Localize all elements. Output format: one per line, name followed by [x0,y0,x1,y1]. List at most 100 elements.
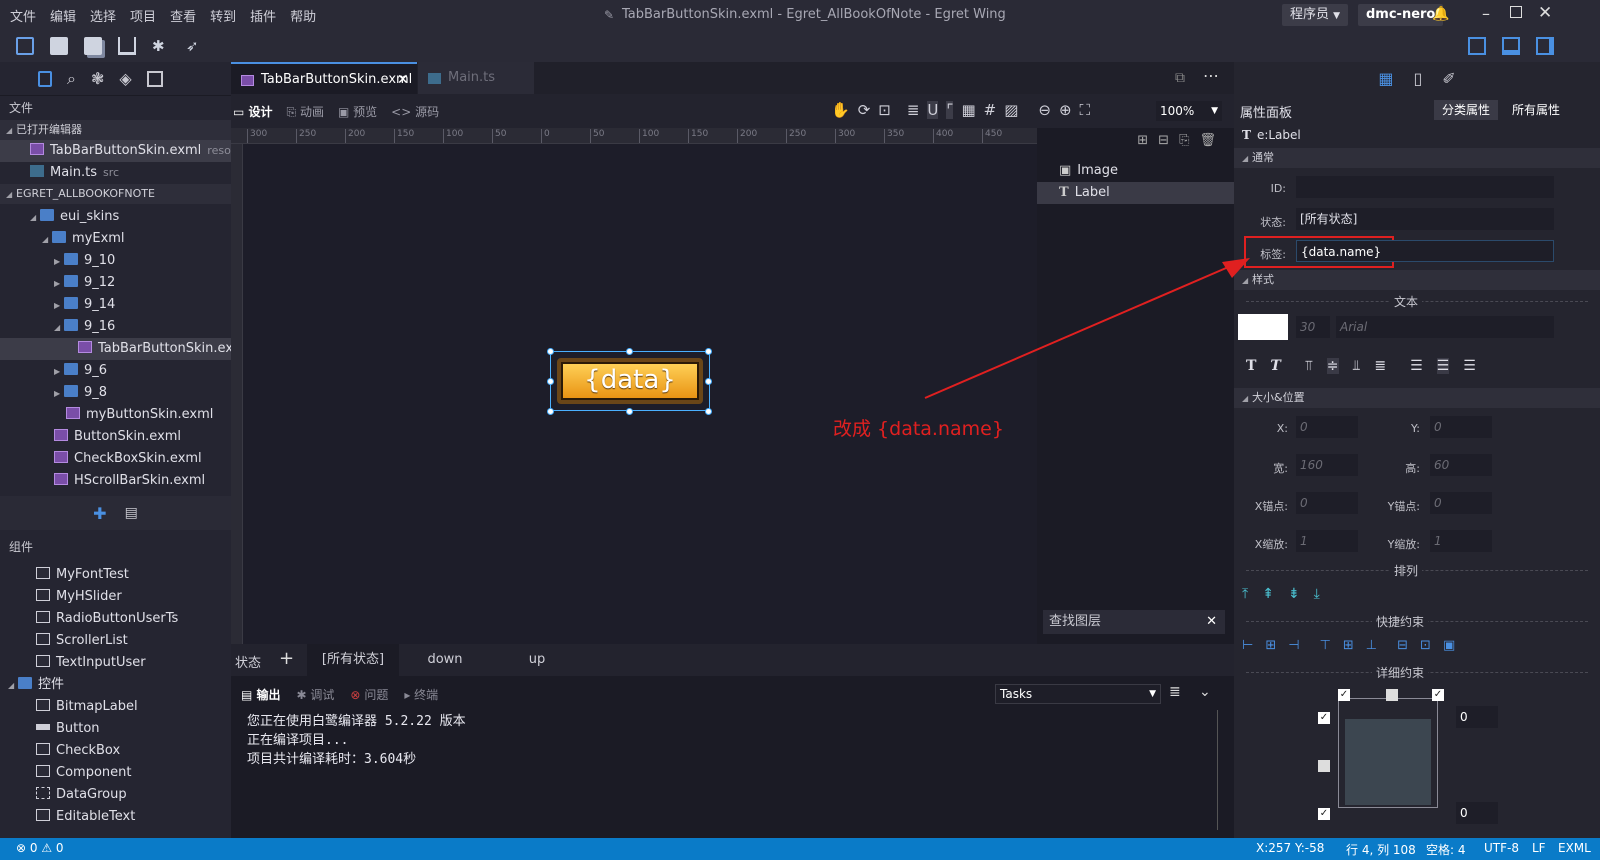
problems-indicator[interactable]: ⊗ 0 ⚠ 0 [16,841,64,855]
tab-main-ts[interactable]: Main.ts [418,62,534,94]
resize-handle[interactable] [547,408,554,415]
layer-label-item[interactable]: T Label [1037,182,1234,204]
constraint-right-icon[interactable]: ⊣ [1288,638,1299,653]
tree-folder[interactable]: ◢ eui_skins [0,206,231,228]
publish-icon[interactable] [118,37,136,55]
rocket-icon[interactable]: ➶ [186,37,204,55]
fit-icon[interactable]: ⊡ [878,101,891,119]
state-tab-down[interactable]: down [399,644,491,676]
valign-bottom-icon[interactable]: ⫫ [1353,358,1361,374]
tab-all-properties[interactable]: 所有属性 [1504,100,1568,120]
checkbox-right-top[interactable]: ✓ [1432,689,1444,701]
files-icon[interactable] [38,70,52,87]
add-state-icon[interactable]: + [279,648,294,669]
tab-tabbarbuttonskin[interactable]: TabBarButtonSkin.exml ✕ [231,62,417,94]
resize-handle[interactable] [705,378,712,385]
control-item[interactable]: Button [0,718,231,740]
align-center-icon[interactable]: ☰ [1436,358,1450,374]
constraint-fill-icon[interactable]: ▣ [1443,638,1455,653]
menu-project[interactable]: 项目 [130,6,156,25]
checkbox-vcenter[interactable] [1318,760,1330,772]
send-backward-icon[interactable]: ⇟ [1288,586,1300,602]
tag-input[interactable]: {data.name} [1296,240,1554,262]
toggle-left-panel-icon[interactable] [1468,37,1486,55]
open-file-item[interactable]: TabBarButtonSkin.exml resour... [0,140,231,162]
height-input[interactable]: 60 [1430,454,1492,476]
zoom-in-icon[interactable]: ⊕ [1059,101,1072,119]
align-right-icon[interactable]: ☰ [1463,358,1476,374]
guides-icon[interactable]: ⌜ [946,101,954,119]
section-size-position[interactable]: ◢ 大小&位置 [1234,388,1600,408]
section-style[interactable]: ◢ 样式 [1234,270,1600,290]
constraint-hcenter-icon[interactable]: ⊞ [1265,638,1276,653]
bug-icon[interactable]: ✱ [152,37,170,55]
more-icon[interactable]: ⋯ [1203,66,1219,85]
constraint-top-input[interactable]: 0 [1456,706,1498,728]
checkbox-top[interactable]: ✓ [1318,712,1330,724]
minimize-icon[interactable]: – [1482,4,1490,23]
indentation[interactable]: 空格: 4 [1426,841,1466,858]
zoom-select[interactable]: 100% ▼ [1156,101,1222,121]
anchor-x-input[interactable]: 0 [1296,492,1358,514]
collapse-panel-icon[interactable]: ⌄ [1199,684,1211,700]
magnet-icon[interactable]: U [927,101,939,119]
tasks-select[interactable]: Tasks ▼ [995,684,1161,704]
menu-select[interactable]: 选择 [90,6,116,25]
control-item[interactable]: DataGroup [0,784,231,806]
resize-handle[interactable] [626,348,633,355]
split-editor-icon[interactable]: ⧉ [1175,70,1185,86]
menu-file[interactable]: 文件 [10,6,36,25]
save-all-icon[interactable] [84,37,102,55]
x-input[interactable]: 0 [1296,416,1358,438]
line-ending[interactable]: LF [1532,841,1546,855]
control-item[interactable]: EditableText [0,806,231,828]
close-icon[interactable]: ✕ [1538,3,1552,23]
tree-folder[interactable]: ▶ 9_6 [0,360,231,382]
search-icon[interactable]: ⌕ [67,69,76,89]
state-input[interactable]: [所有状态] [1296,208,1554,230]
mode-source[interactable]: <> 源码 [391,103,439,120]
mode-animation[interactable]: ⎘ 动画 [287,103,324,120]
zoom-fit-icon[interactable]: ⛶ [1080,101,1091,119]
book-icon[interactable]: ▯ [1413,69,1422,88]
bring-forward-icon[interactable]: ⇞ [1262,586,1274,602]
zoom-out-icon[interactable]: ⊖ [1038,101,1051,119]
resize-handle[interactable] [626,408,633,415]
menu-help[interactable]: 帮助 [290,6,316,25]
menu-view[interactable]: 查看 [170,6,196,25]
constraint-bottom-icon[interactable]: ⊥ [1366,638,1377,653]
checkbox-center-top[interactable] [1386,689,1398,701]
controls-folder[interactable]: ◢ 控件 [0,674,231,696]
extensions-icon[interactable] [146,70,163,87]
tree-folder[interactable]: ◢ 9_16 [0,316,231,338]
delete-icon[interactable]: 🗑 [1199,133,1216,148]
clear-output-icon[interactable]: ≣ [1169,684,1181,700]
checkbox-left-top[interactable]: ✓ [1338,689,1350,701]
debug-icon[interactable]: ◈ [119,69,131,88]
ungroup-icon[interactable]: ⊟ [1158,133,1169,148]
component-item[interactable]: RadioButtonUserTs [0,608,231,630]
maximize-icon[interactable] [1510,6,1522,18]
copy-icon[interactable]: ⎘ [1179,133,1189,148]
group-icon[interactable]: ⊞ [1137,133,1148,148]
tab-output[interactable]: ▤ 输出 [241,686,281,703]
layer-search-input[interactable]: 查找图层 ✕ [1043,610,1225,634]
tree-file[interactable]: myButtonSkin.exml [0,404,231,426]
mode-preview[interactable]: ▣ 预览 [338,103,377,120]
properties-icon[interactable]: ▦ [1378,69,1393,88]
section-common[interactable]: ◢ 通常 [1234,148,1600,168]
toggle-right-panel-icon[interactable] [1536,37,1554,55]
constraint-vcenter-icon[interactable]: ⊞ [1343,638,1354,653]
control-item[interactable]: Component [0,762,231,784]
id-input[interactable] [1296,176,1554,198]
bring-to-front-icon[interactable]: ⤒ [1242,586,1248,602]
tabbar-button-preview[interactable]: {data} [557,358,703,404]
constraint-bottom-input[interactable]: 0 [1456,802,1498,824]
hash-grid-icon[interactable]: # [984,101,997,119]
tree-folder[interactable]: ◢ myExml [0,228,231,250]
save-icon[interactable] [50,37,68,55]
checkbox-bottom[interactable]: ✓ [1318,808,1330,820]
brush-icon[interactable]: ✐ [1442,69,1455,88]
italic-icon[interactable]: T [1270,358,1280,374]
menu-goto[interactable]: 转到 [210,6,236,25]
